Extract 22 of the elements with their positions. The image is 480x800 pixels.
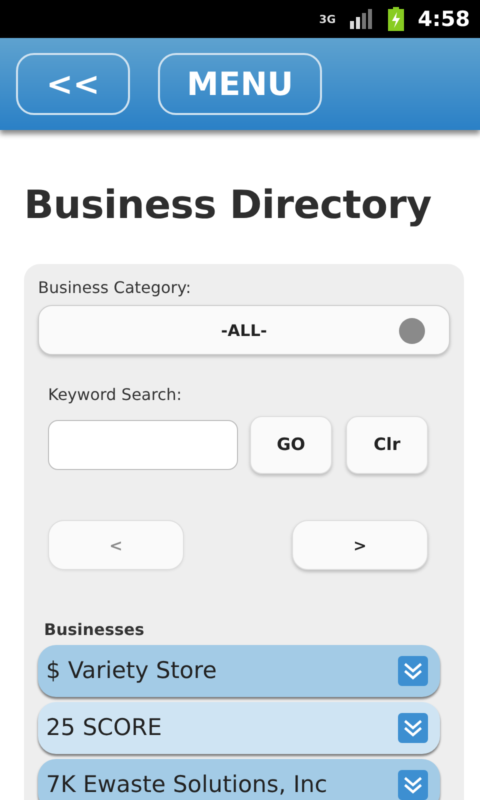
network-type: 3G — [319, 12, 336, 26]
business-name: 25 SCORE — [46, 715, 162, 741]
keyword-label: Keyword Search: — [48, 385, 183, 404]
search-button[interactable]: GO — [250, 416, 332, 474]
chevron-down-icon[interactable] — [398, 713, 428, 743]
category-label: Business Category: — [38, 278, 192, 297]
keyword-field[interactable] — [48, 420, 238, 470]
category-dropdown[interactable]: -ALL- — [38, 305, 450, 355]
business-item[interactable]: 25 SCORE — [38, 702, 440, 754]
search-button[interactable]: Clr — [346, 416, 428, 474]
businesses-heading: Businesses — [44, 620, 146, 639]
business-name: $ Variety Store — [46, 658, 217, 684]
business-item[interactable]: $ Variety Store — [38, 645, 440, 697]
signal-icon — [350, 9, 374, 29]
page-title: Business Directory — [24, 182, 432, 230]
clock-time: 4:58 — [418, 7, 470, 31]
chevron-down-icon[interactable] — [398, 770, 428, 800]
page-button[interactable]: > — [292, 520, 428, 570]
chevron-down-icon[interactable] — [398, 656, 428, 686]
business-item[interactable]: 7K Ewaste Solutions, Inc — [38, 759, 440, 800]
business-name: 7K Ewaste Solutions, Inc — [46, 772, 328, 798]
battery-icon — [388, 7, 404, 31]
